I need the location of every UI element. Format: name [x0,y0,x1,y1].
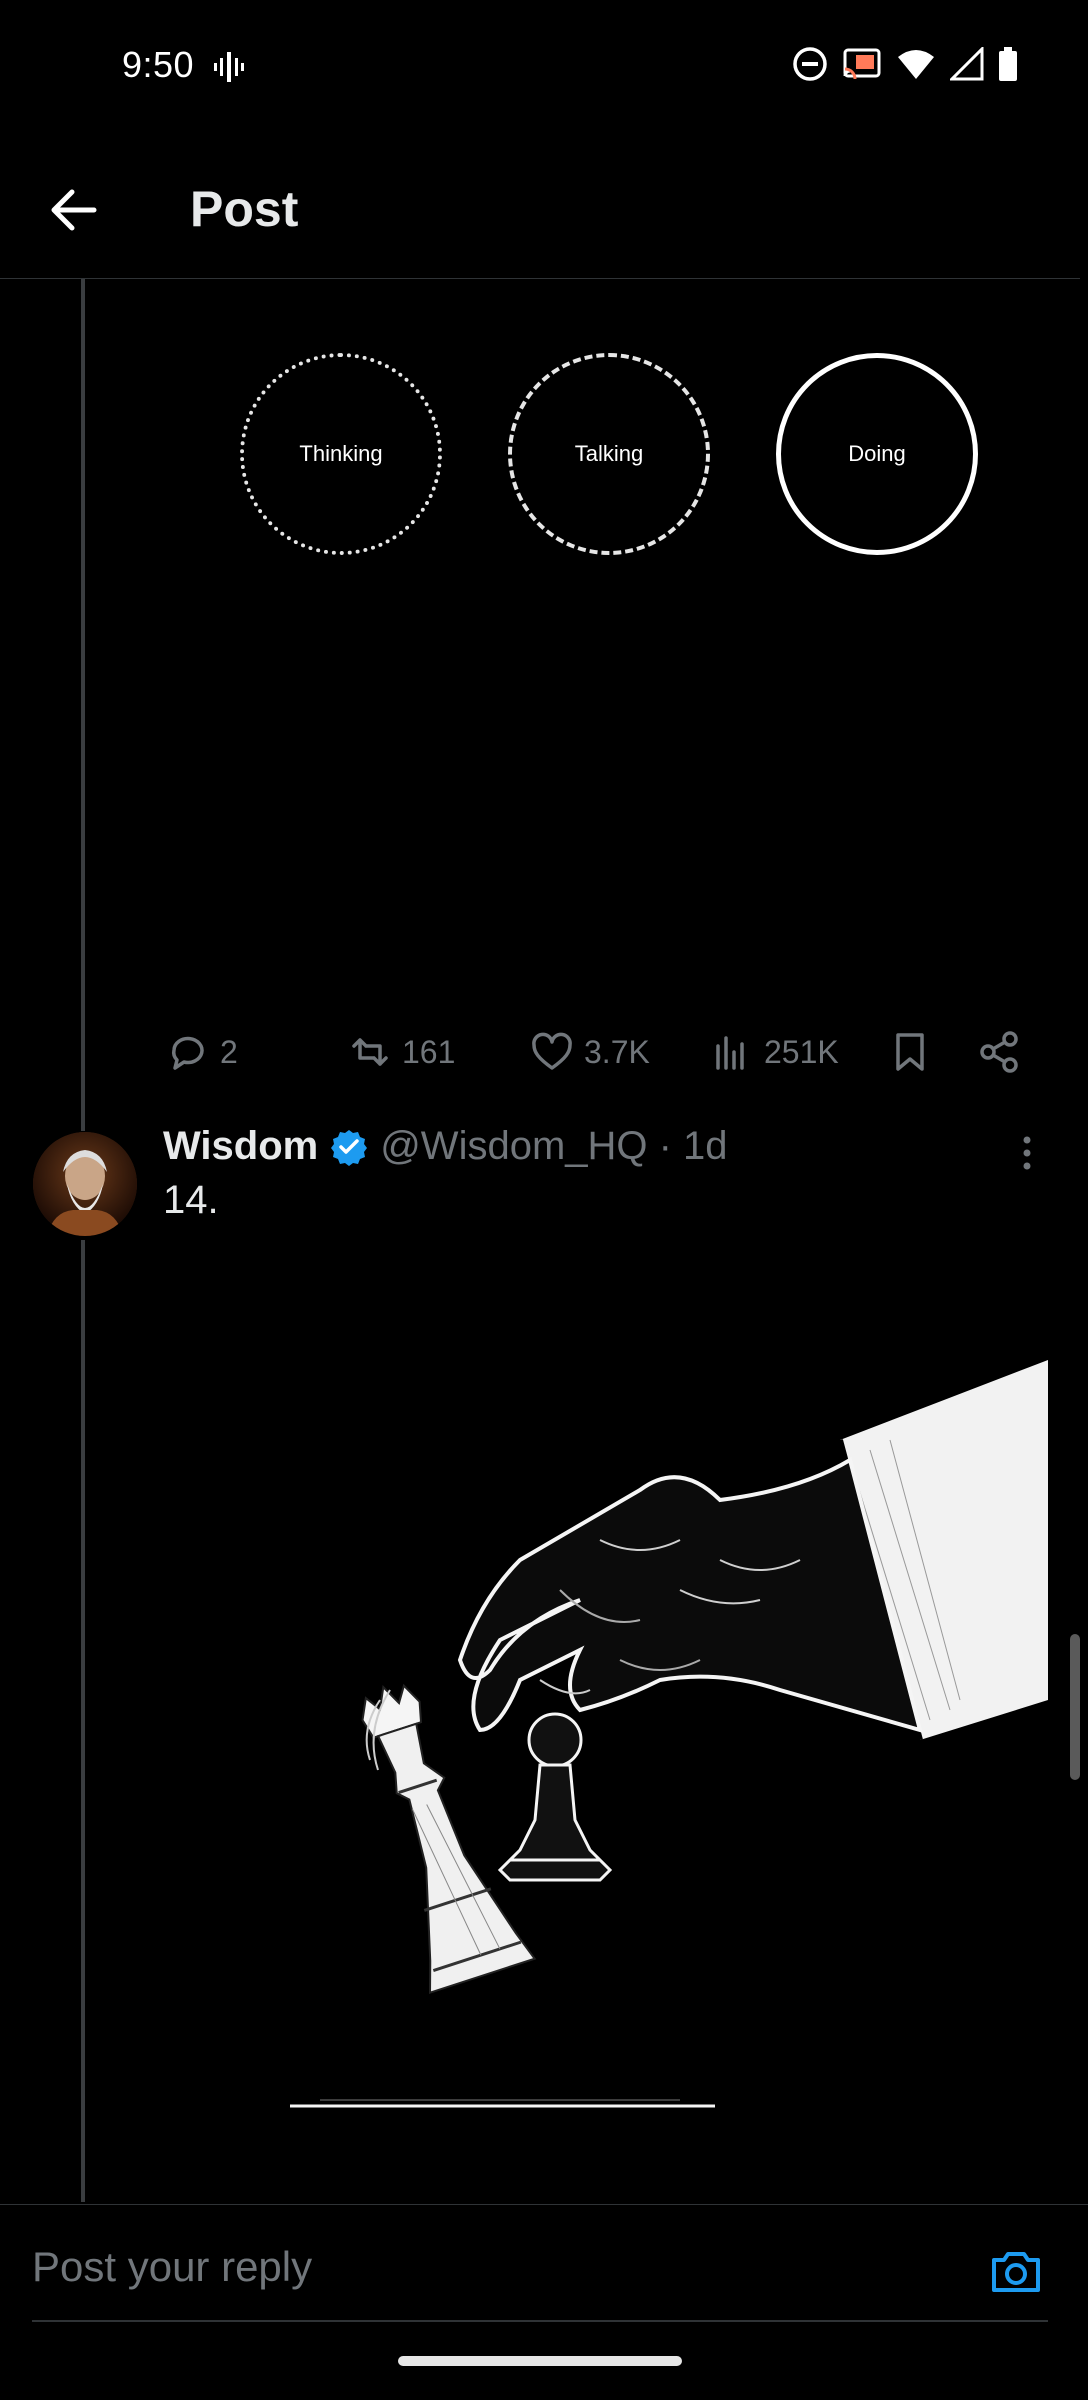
repost-count: 161 [402,1033,456,1070]
header-divider [0,278,1080,279]
post-actions: 2 161 3.7K 251K [160,1030,1040,1080]
battery-icon [999,47,1017,81]
avatar[interactable] [33,1132,137,1236]
post-media-image[interactable]: Thinking Talking Doing [158,280,1048,1000]
like-button[interactable]: 3.7K [530,1030,650,1074]
share-icon [980,1031,1018,1073]
reply-input[interactable]: Post your reply [32,2243,312,2291]
thinking-circle: Thinking [240,353,442,555]
like-count: 3.7K [584,1033,650,1070]
post-text: 14. [163,1178,219,1222]
share-button[interactable] [978,1030,1022,1074]
camera-icon [992,2252,1040,2292]
reply-underline [32,2320,1048,2322]
back-button[interactable] [44,180,104,240]
page-title: Post [190,181,299,237]
thinking-label: Thinking [299,441,383,466]
reply-count: 2 [220,1033,238,1070]
talking-label: Talking [574,441,644,466]
heart-icon [532,1032,572,1070]
views-icon [716,1036,744,1070]
home-indicator[interactable] [398,2356,682,2366]
vibrate-icon [214,50,244,89]
author-name[interactable]: Wisdom [163,1124,318,1169]
back-arrow-icon [51,189,97,231]
doing-label: Doing [848,441,906,466]
post-author-row: Wisdom @Wisdom_HQ · 1d [163,1124,728,1169]
talking-circle: Talking [508,353,710,555]
repost-icon [352,1038,388,1066]
more-options-button[interactable] [1012,1134,1042,1174]
reply-icon [172,1036,204,1070]
views-button[interactable]: 251K [710,1030,839,1074]
scrollbar-thumb[interactable] [1070,1634,1080,1780]
repost-button[interactable]: 161 [348,1030,455,1074]
status-icons [792,46,1018,82]
bookmark-icon [896,1033,924,1071]
status-time: 9:50 [122,44,195,85]
cast-icon [843,48,881,80]
thread-line-bottom [81,1240,85,2202]
post-media-chess-image[interactable] [160,1260,1048,2130]
verified-badge-icon [331,1129,368,1166]
bookmark-button[interactable] [888,1030,932,1074]
thread-line-top [81,279,85,1131]
signal-icon [950,47,984,81]
camera-button[interactable] [988,2244,1044,2300]
views-count: 251K [764,1033,839,1070]
more-vertical-icon [1023,1136,1031,1170]
reply-button[interactable]: 2 [166,1030,238,1074]
author-handle-time[interactable]: @Wisdom_HQ · 1d [380,1124,727,1169]
avatar-image [33,1132,137,1236]
doing-circle: Doing [776,353,978,555]
wifi-icon [898,50,934,79]
dnd-icon [793,47,827,81]
